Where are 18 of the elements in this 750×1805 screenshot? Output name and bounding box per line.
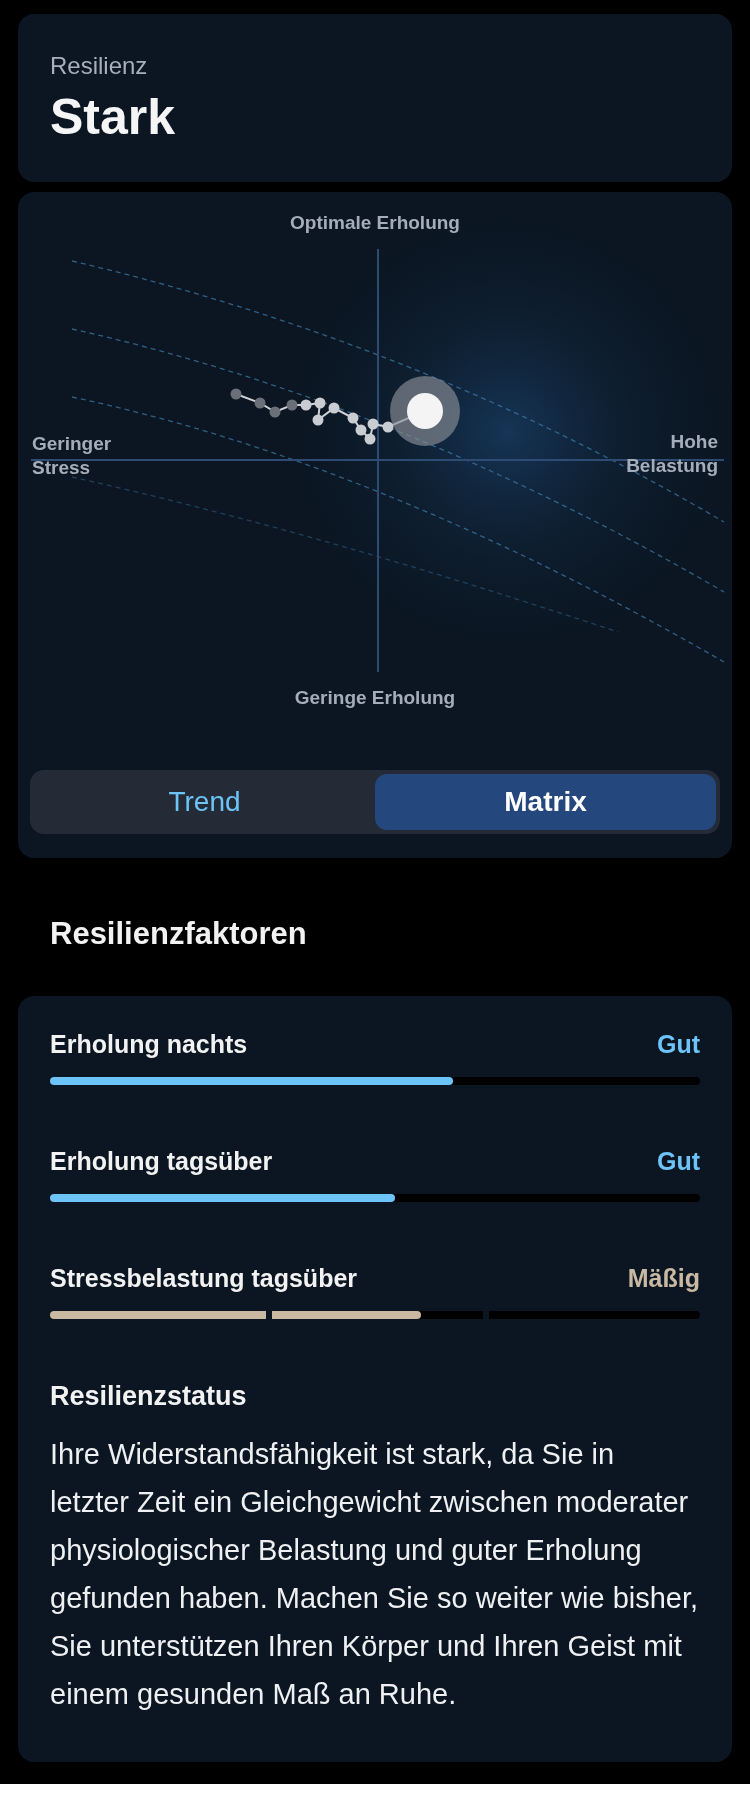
factor-name: Erholung nachts bbox=[50, 1030, 248, 1059]
section-heading: Resilienzfaktoren bbox=[49, 915, 308, 953]
status-text: Ihre Widerstandsfähigkeit ist stark, da Sie in letzter Zeit ein Gleichgewicht zwischen moderater physiologischer Belastung und guter Erholung gefunden haben. Machen Sie so weiter wie bisher, Sie unterstützen Ihren Körper und Ihren Geist mit einem gesunden Maß an Ruhe. bbox=[50, 1437, 700, 1712]
view-tab[interactable]: Trend bbox=[34, 774, 375, 830]
view-tab[interactable]: Matrix bbox=[375, 774, 716, 830]
summary-label: Resilienz bbox=[50, 52, 149, 80]
summary-value: Stark bbox=[50, 88, 177, 146]
axis-label: Optimale Erholung bbox=[289, 211, 461, 235]
current-position-marker bbox=[390, 376, 460, 446]
axis-label: Geringer Stress bbox=[32, 432, 113, 480]
axis-label: Hohe Belastung bbox=[625, 430, 718, 478]
factor-name: Erholung tagsüber bbox=[50, 1147, 273, 1176]
factor-rating: Gut bbox=[656, 1147, 700, 1176]
factor-rating: Mäßig bbox=[627, 1264, 700, 1293]
factor-name: Stressbelastung tagsüber bbox=[50, 1264, 358, 1293]
factor-rating: Gut bbox=[656, 1030, 700, 1059]
axis-label: Geringe Erholung bbox=[293, 686, 457, 710]
status-title: Resilienzstatus bbox=[50, 1381, 248, 1412]
